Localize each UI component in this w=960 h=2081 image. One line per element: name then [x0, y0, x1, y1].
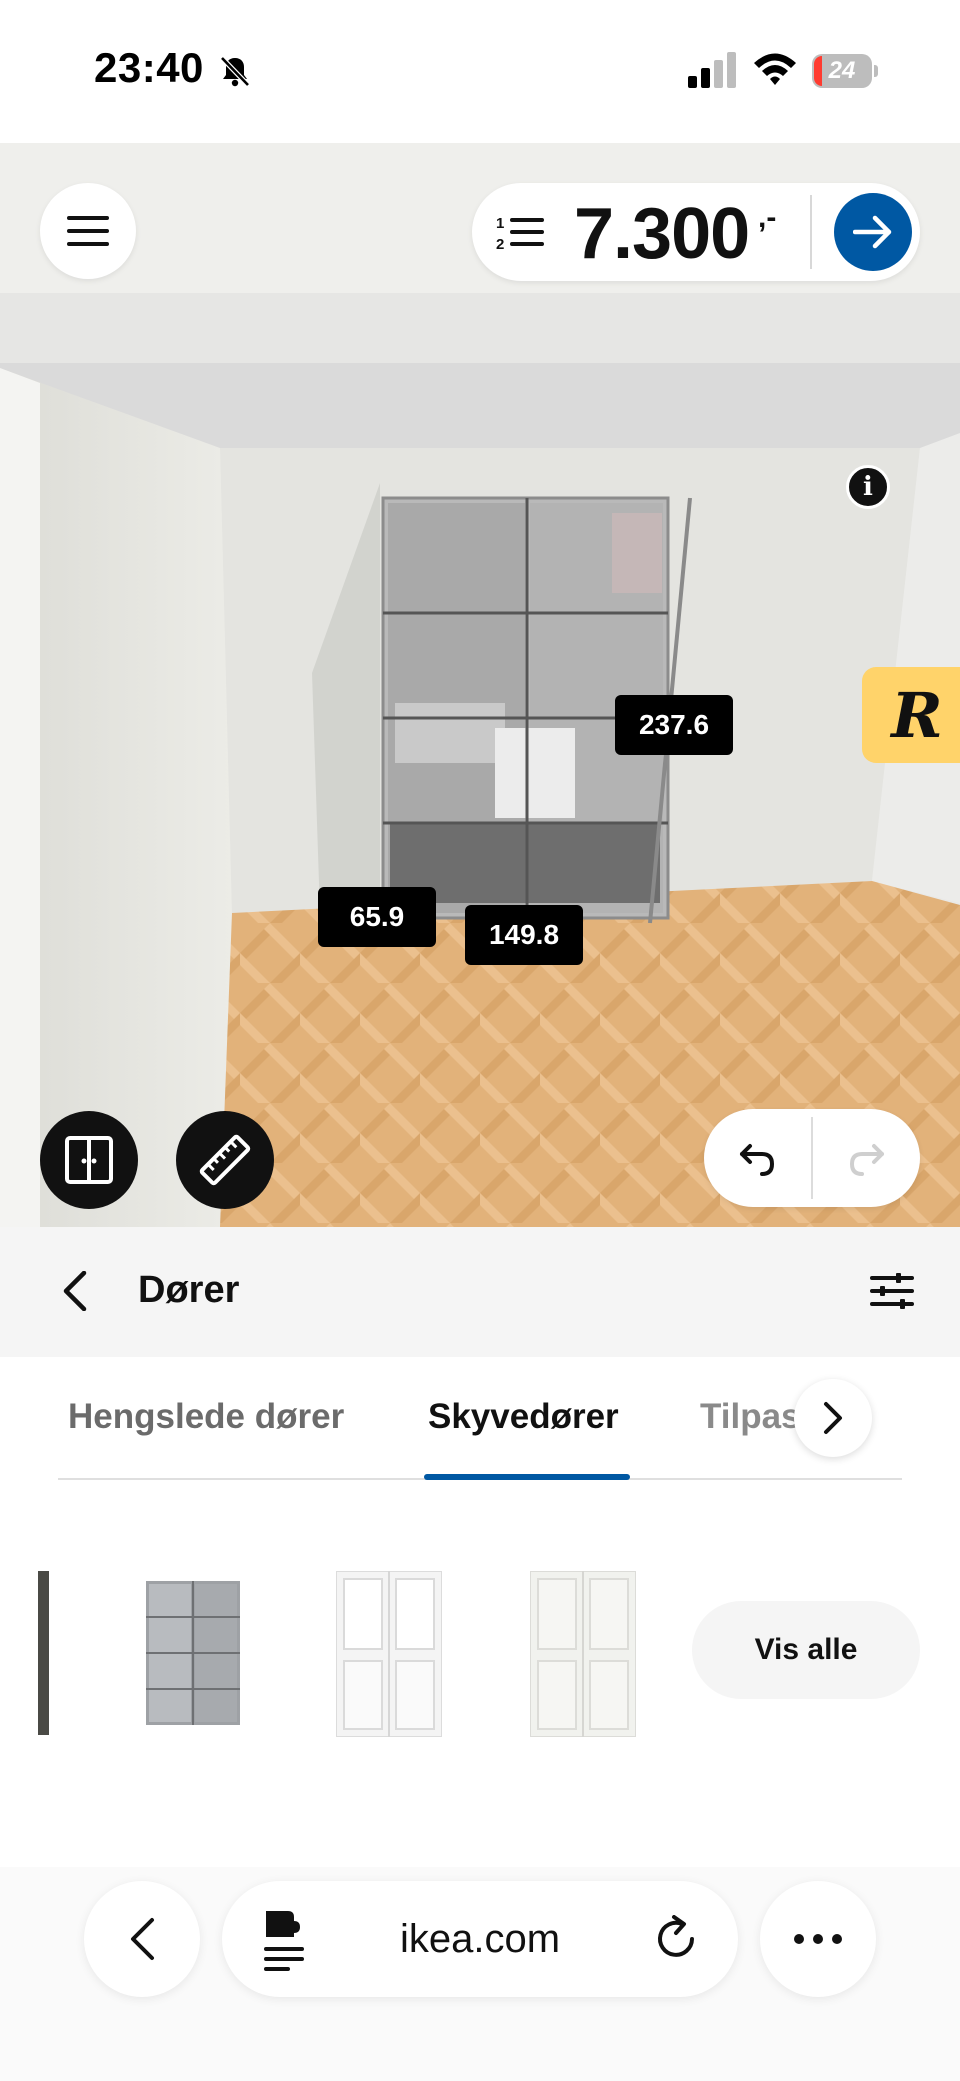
product-carousel: Vis alle — [0, 1487, 960, 1867]
category-header: Dører — [0, 1227, 960, 1357]
svg-text:1: 1 — [496, 215, 504, 232]
battery-indicator: 24 — [812, 54, 878, 88]
product-thumbnail-white-panel-door[interactable] — [530, 1571, 636, 1737]
undo-button[interactable] — [704, 1109, 812, 1207]
price-summary[interactable]: 1 2 7.300 ,- — [472, 183, 920, 281]
see-all-button[interactable]: Vis alle — [692, 1601, 920, 1699]
door-toggle-button[interactable] — [40, 1111, 138, 1209]
wardrobe-doors-icon — [65, 1136, 113, 1184]
total-price: 7.300 — [574, 194, 750, 274]
reload-icon[interactable] — [652, 1915, 700, 1963]
status-bar: 23:40 24 — [0, 0, 960, 143]
chevron-right-icon — [824, 1402, 842, 1434]
hamburger-icon — [67, 216, 109, 246]
undo-icon — [740, 1144, 775, 1176]
category-title: Dører — [138, 1269, 240, 1311]
more-options-button[interactable] — [760, 1881, 876, 1997]
dimension-label-width[interactable]: 149.8 — [465, 905, 583, 965]
chevron-left-icon — [131, 1918, 154, 1960]
dimension-label-depth[interactable]: 65.9 — [318, 887, 436, 947]
redo-icon — [849, 1144, 884, 1176]
bell-muted-icon — [220, 56, 250, 87]
planner-3d-view[interactable]: 1 2 7.300 ,- 237.6 65.9 149.8 R i — [0, 143, 960, 1227]
numbered-list-icon: 1 2 — [496, 215, 544, 251]
cellular-signal-icon — [688, 52, 736, 88]
filter-button[interactable] — [862, 1261, 922, 1321]
active-tab-indicator — [424, 1474, 630, 1480]
tab-hinged-doors[interactable]: Hengslede dører — [68, 1397, 344, 1437]
product-thumbnail-dark-door[interactable] — [38, 1571, 52, 1735]
price-suffix: ,- — [758, 201, 777, 234]
measure-toggle-button[interactable] — [176, 1111, 274, 1209]
status-time: 23:40 — [94, 44, 204, 91]
divider — [810, 195, 812, 269]
category-back-button[interactable] — [44, 1261, 104, 1321]
filter-sliders-icon — [870, 1273, 914, 1309]
info-icon[interactable]: i — [846, 465, 890, 509]
product-thumbnail-mirror-door[interactable] — [146, 1581, 240, 1725]
ruler-icon — [199, 1134, 251, 1186]
room-render — [0, 143, 960, 1227]
redo-button[interactable] — [812, 1109, 920, 1207]
ellipsis-icon — [794, 1934, 842, 1944]
dimension-label-height[interactable]: 237.6 — [615, 695, 733, 755]
undo-redo-controls — [704, 1109, 920, 1207]
tabs-scroll-right-button[interactable] — [794, 1379, 872, 1457]
door-type-tabs: Hengslede dører Skyvedører Tilpas e s — [0, 1357, 960, 1487]
product-thumbnail-glass-panel-door[interactable] — [336, 1571, 442, 1737]
browser-toolbar: ikea.com — [0, 1867, 960, 2081]
assistant-logo-button[interactable]: R — [862, 667, 960, 763]
chevron-left-icon — [63, 1271, 87, 1311]
menu-button[interactable] — [40, 183, 136, 279]
browser-back-button[interactable] — [84, 1881, 200, 1997]
battery-level-text: 24 — [828, 57, 856, 84]
r-logo: R — [891, 678, 943, 752]
tab-sliding-doors[interactable]: Skyvedører — [428, 1397, 619, 1437]
continue-button[interactable] — [834, 193, 912, 271]
svg-text:2: 2 — [496, 236, 504, 251]
wifi-icon — [754, 53, 796, 85]
arrow-right-icon — [853, 215, 892, 249]
address-bar[interactable]: ikea.com — [222, 1881, 738, 1997]
